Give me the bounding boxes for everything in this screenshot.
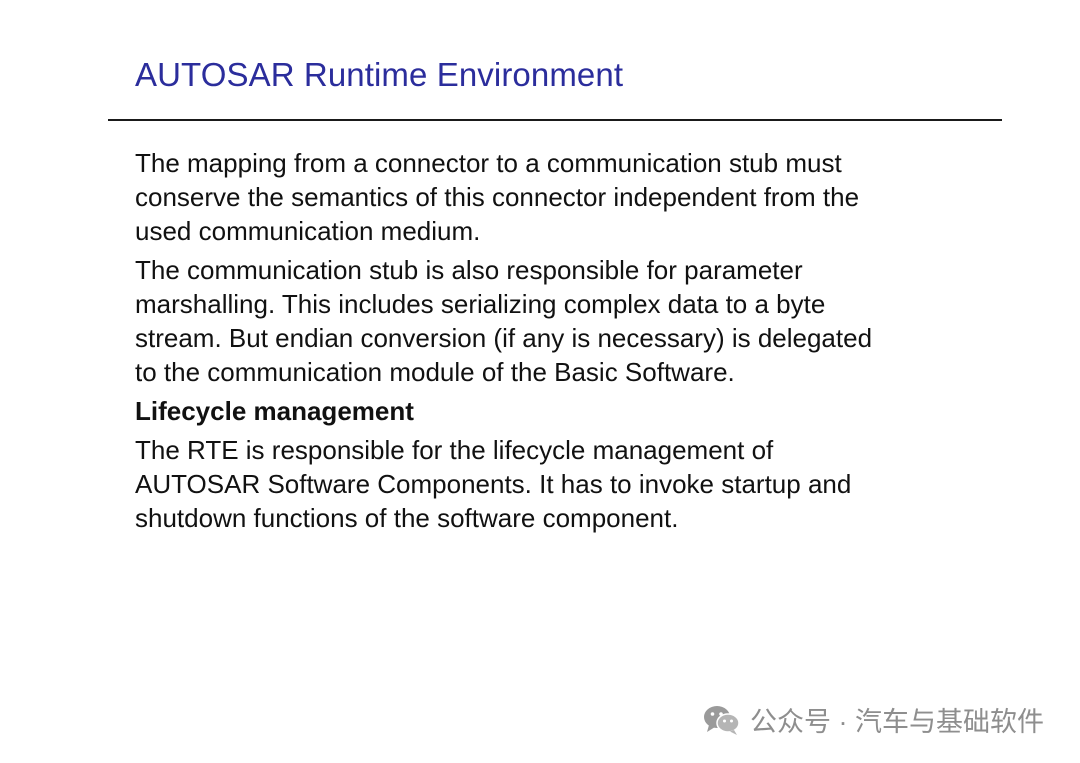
- wechat-icon: [702, 703, 742, 737]
- paragraph-line: The mapping from a connector to a commun…: [135, 148, 842, 178]
- paragraph-line: to the communication module of the Basic…: [135, 357, 735, 387]
- paragraph-line: conserve the semantics of this connector…: [135, 182, 860, 212]
- paragraph-line: marshalling. This includes serializing c…: [135, 289, 826, 319]
- paragraph-marshalling: The communication stub is also responsib…: [135, 253, 975, 389]
- watermark: 公众号 · 汽车与基础软件: [702, 700, 1044, 739]
- paragraph-connector-mapping: The mapping from a connector to a commun…: [135, 146, 975, 248]
- paragraph-line: shutdown functions of the software compo…: [135, 503, 679, 533]
- paragraph-lifecycle: The RTE is responsible for the lifecycle…: [135, 433, 975, 535]
- paragraph-line: The communication stub is also responsib…: [135, 255, 803, 285]
- slide-title: AUTOSAR Runtime Environment: [135, 56, 624, 93]
- paragraph-line: The RTE is responsible for the lifecycle…: [135, 435, 774, 465]
- paragraph-line: used communication medium.: [135, 216, 481, 246]
- section-heading-lifecycle: Lifecycle management: [135, 396, 414, 426]
- title-divider: [108, 119, 1002, 121]
- watermark-text: 公众号 · 汽车与基础软件: [750, 707, 1044, 737]
- paragraph-line: AUTOSAR Software Components. It has to i…: [135, 469, 852, 499]
- paragraph-line: stream. But endian conversion (if any is…: [135, 323, 873, 353]
- slide-body: The mapping from a connector to a commun…: [135, 146, 975, 540]
